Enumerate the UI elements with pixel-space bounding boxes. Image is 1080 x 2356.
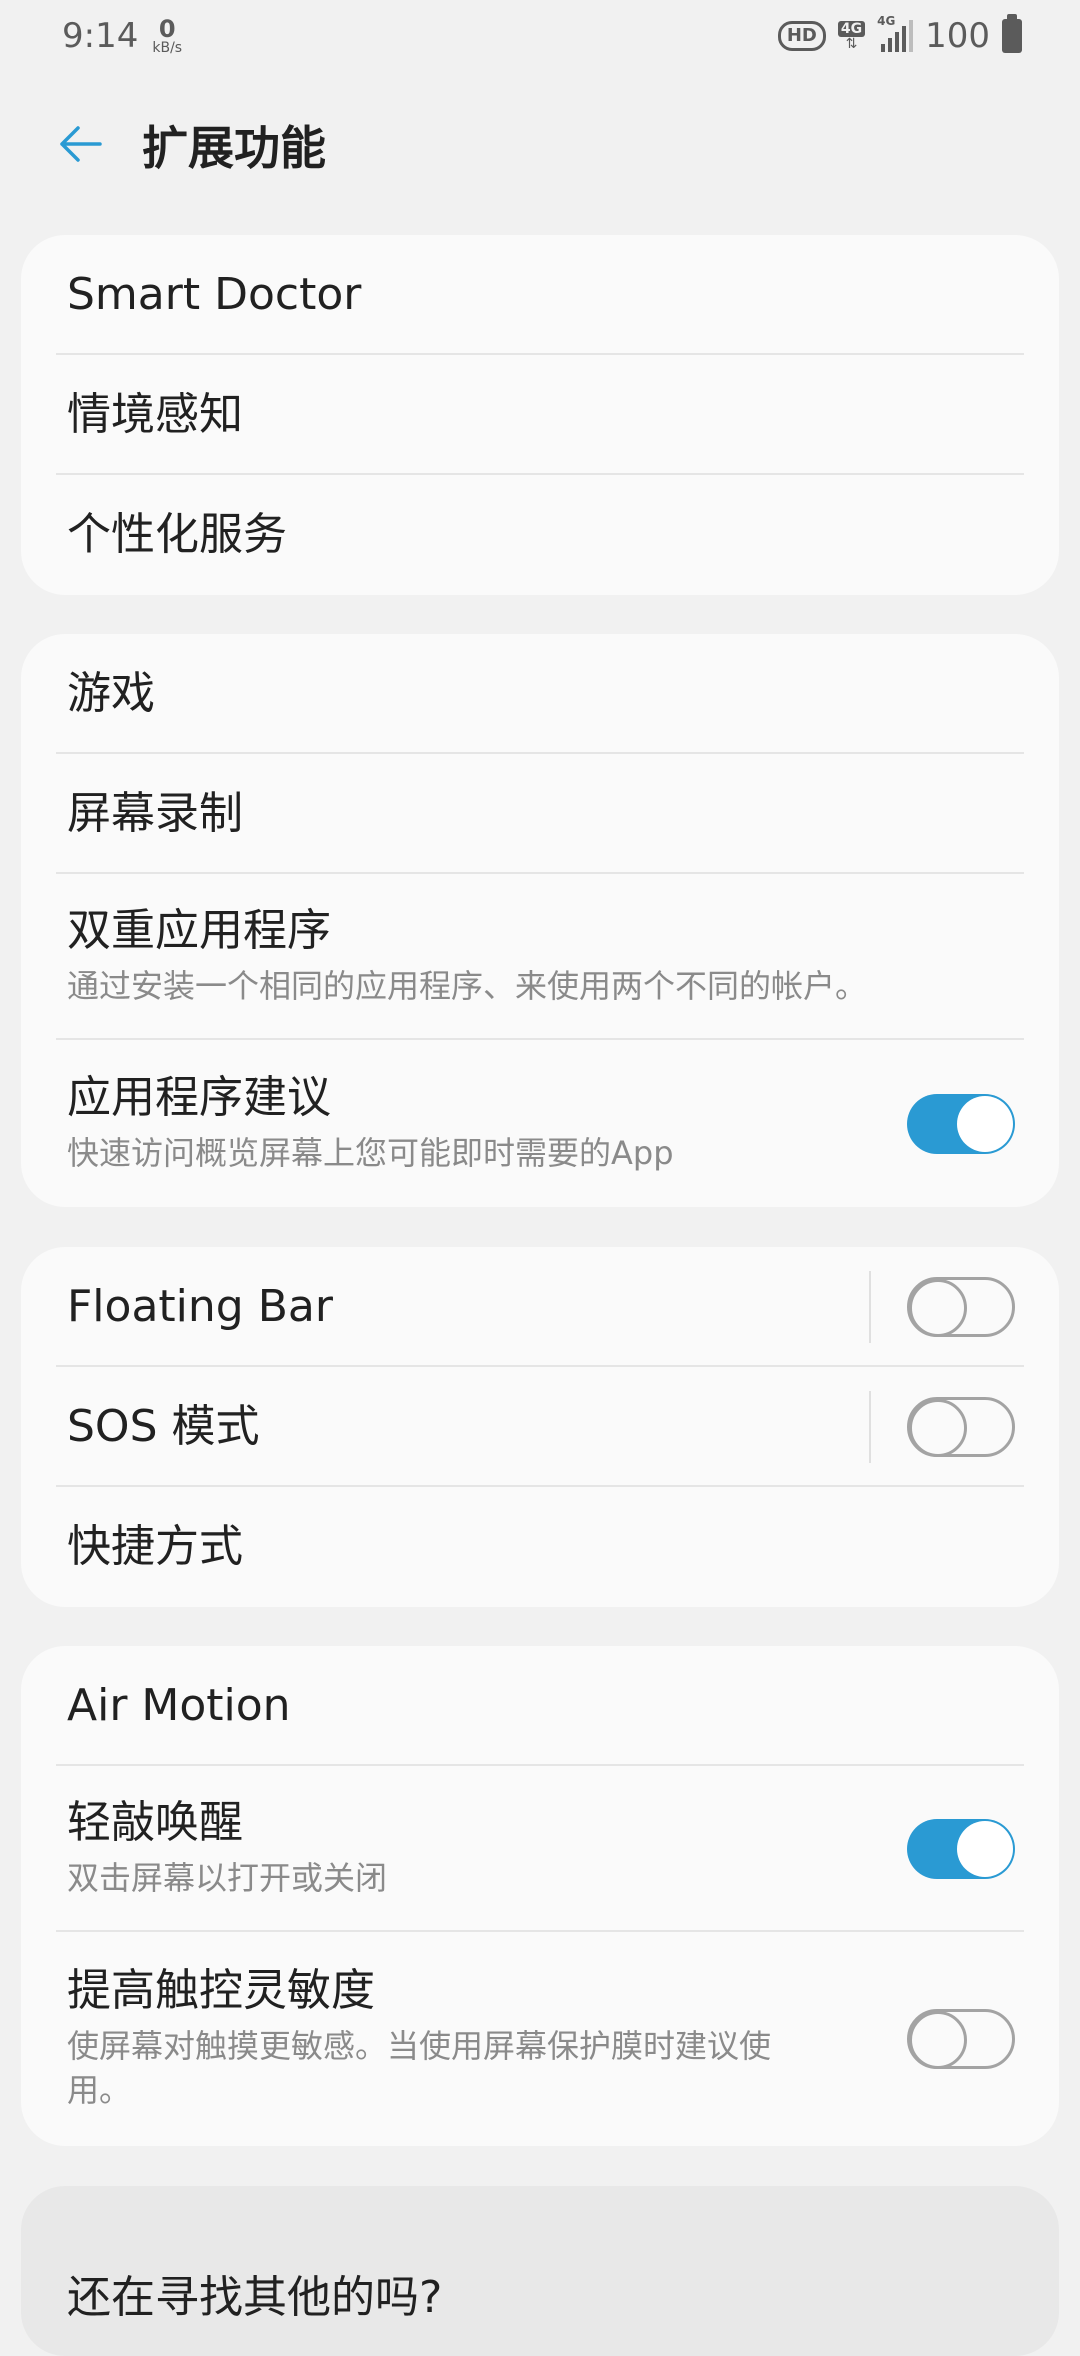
battery-level: 100 xyxy=(925,16,990,56)
toggle-knob xyxy=(909,1279,967,1337)
tap-to-wake-toggle[interactable] xyxy=(907,1819,1015,1879)
list-item-text: SOS 模式 xyxy=(67,1401,869,1454)
list-item-subtitle: 通过安装一个相同的应用程序、来使用两个不同的帐户。 xyxy=(67,967,868,1005)
floating-bar-toggle[interactable] xyxy=(907,1277,1015,1337)
list-item-app-suggestions[interactable]: 应用程序建议 快速访问概览屏幕上您可能即时需要的App xyxy=(21,1040,1059,1207)
list-item-text: Air Motion xyxy=(67,1680,1015,1733)
vertical-separator xyxy=(869,1271,871,1343)
sos-mode-toggle[interactable] xyxy=(907,1397,1015,1457)
list-item-text: 情境感知 xyxy=(67,389,1015,442)
list-item-game[interactable]: 游戏 xyxy=(21,634,1059,754)
list-item-context-awareness[interactable]: 情境感知 xyxy=(21,355,1059,475)
status-bar: 9:14 0 kB/s HD 4G ⇅ 4G 100 xyxy=(0,0,1080,72)
section-card-4: Air Motion 轻敲唤醒 双击屏幕以打开或关闭 提高触控灵敏度 使屏幕对触… xyxy=(21,1646,1059,2146)
looking-for-more-text: 还在寻找其他的吗? xyxy=(67,2272,443,2323)
list-item-smart-doctor[interactable]: Smart Doctor xyxy=(21,235,1059,355)
list-item-title: 屏幕录制 xyxy=(67,787,243,839)
list-item-title: 游戏 xyxy=(67,667,155,719)
list-item-title: 轻敲唤醒 xyxy=(67,1797,243,1849)
status-left: 9:14 0 kB/s xyxy=(62,16,182,56)
list-item-text: 轻敲唤醒 双击屏幕以打开或关闭 xyxy=(67,1797,907,1901)
list-item-title: Air Motion xyxy=(67,1679,291,1731)
vertical-separator xyxy=(869,1391,871,1463)
list-item-text: 个性化服务 xyxy=(67,509,1015,562)
list-item-title: SOS 模式 xyxy=(67,1400,260,1452)
list-item-title: 应用程序建议 xyxy=(67,1071,331,1123)
list-item-twin-apps[interactable]: 双重应用程序 通过安装一个相同的应用程序、来使用两个不同的帐户。 xyxy=(21,874,1059,1040)
4g-data-icon: 4G ⇅ xyxy=(837,21,866,52)
section-card-3: Floating Bar SOS 模式 快捷方式 xyxy=(21,1247,1059,1607)
list-item-title: 快捷方式 xyxy=(67,1520,243,1572)
list-item-title: Smart Doctor xyxy=(67,268,362,320)
list-item-touch-sensitivity[interactable]: 提高触控灵敏度 使屏幕对触摸更敏感。当使用屏幕保护膜时建议使 用。 xyxy=(21,1932,1059,2146)
list-item-text: 提高触控灵敏度 使屏幕对触摸更敏感。当使用屏幕保护膜时建议使 用。 xyxy=(67,1965,907,2113)
list-item-text: 游戏 xyxy=(67,668,1015,721)
toggle-knob xyxy=(957,1095,1013,1152)
touch-sensitivity-toggle[interactable] xyxy=(907,2009,1015,2069)
net-speed-value: 0 xyxy=(158,15,176,43)
toggle-knob xyxy=(957,1821,1013,1877)
list-item-subtitle: 双击屏幕以打开或关闭 xyxy=(67,1859,388,1897)
list-item-title: Floating Bar xyxy=(67,1280,333,1332)
list-item-shortcuts[interactable]: 快捷方式 xyxy=(21,1487,1059,1607)
list-item-title: 提高触控灵敏度 xyxy=(67,1964,375,2016)
section-card-2: 游戏 屏幕录制 双重应用程序 通过安装一个相同的应用程序、来使用两个不同的帐户。… xyxy=(21,634,1059,1207)
toggle-knob xyxy=(909,1399,967,1457)
list-item-floating-bar[interactable]: Floating Bar xyxy=(21,1247,1059,1367)
looking-for-more-card[interactable]: 还在寻找其他的吗? xyxy=(21,2186,1059,2356)
list-item-screen-recording[interactable]: 屏幕录制 xyxy=(21,754,1059,874)
list-item-title: 情境感知 xyxy=(67,388,243,440)
arrow-left-icon[interactable] xyxy=(56,120,104,168)
4g-data-label: 4G xyxy=(837,21,866,37)
list-item-subtitle-line2: 用。 xyxy=(67,2071,132,2110)
list-item-sos-mode[interactable]: SOS 模式 xyxy=(21,1367,1059,1487)
app-header: 扩展功能 xyxy=(0,100,1080,190)
section-card-1: Smart Doctor 情境感知 个性化服务 xyxy=(21,235,1059,595)
list-item-title: 个性化服务 xyxy=(67,508,287,560)
list-item-air-motion[interactable]: Air Motion xyxy=(21,1646,1059,1766)
net-speed-unit: kB/s xyxy=(152,40,183,56)
list-item-text: 应用程序建议 快速访问概览屏幕上您可能即时需要的App xyxy=(67,1072,907,1176)
list-item-text: Smart Doctor xyxy=(67,269,1015,322)
page-title: 扩展功能 xyxy=(142,121,326,175)
net-speed: 0 kB/s xyxy=(152,17,182,55)
signal-icon: 4G xyxy=(877,14,914,54)
signal-network-label: 4G xyxy=(877,14,896,28)
list-item-text: 双重应用程序 通过安装一个相同的应用程序、来使用两个不同的帐户。 xyxy=(67,905,1015,1009)
list-item-text: 快捷方式 xyxy=(67,1521,1015,1574)
data-arrows-icon: ⇅ xyxy=(845,36,858,52)
battery-icon xyxy=(1002,14,1022,53)
list-item-text: Floating Bar xyxy=(67,1281,869,1334)
hd-icon: HD xyxy=(777,21,826,51)
toggle-knob xyxy=(909,2011,967,2069)
list-item-personalized-services[interactable]: 个性化服务 xyxy=(21,475,1059,595)
status-right: HD 4G ⇅ 4G 100 xyxy=(777,14,1022,56)
list-item-title: 双重应用程序 xyxy=(67,905,331,957)
status-time: 9:14 xyxy=(62,16,139,56)
app-suggestions-toggle[interactable] xyxy=(907,1093,1015,1154)
list-item-text: 屏幕录制 xyxy=(67,788,1015,841)
list-item-subtitle: 快速访问概览屏幕上您可能即时需要的App xyxy=(67,1133,674,1172)
list-item-tap-to-wake[interactable]: 轻敲唤醒 双击屏幕以打开或关闭 xyxy=(21,1766,1059,1932)
list-item-subtitle-line1: 使屏幕对触摸更敏感。当使用屏幕保护膜时建议使 xyxy=(67,2026,772,2065)
